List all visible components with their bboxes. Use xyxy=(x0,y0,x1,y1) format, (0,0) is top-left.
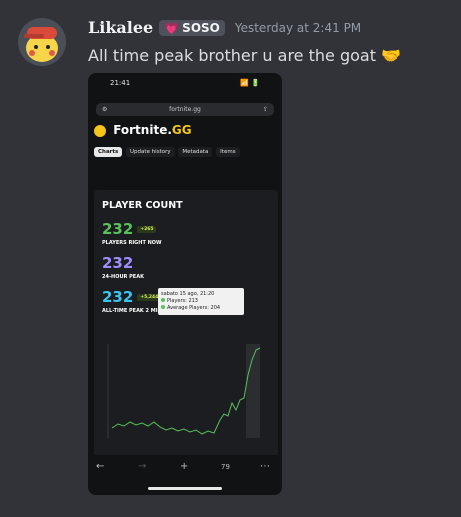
status-icons: 📶 🔋 xyxy=(240,79,260,87)
tab-charts: Charts xyxy=(94,147,123,157)
tooltip-date: sabato 15 ago, 21:20 xyxy=(161,291,215,297)
new-tab-icon: + xyxy=(180,461,189,472)
tooltip-players-row: Players: 213 xyxy=(161,298,241,305)
players-now-value: 232 +265 xyxy=(102,220,157,238)
message-header: Likalee 💗 SOSO Yesterday at 2:41 PM xyxy=(88,18,361,37)
forward-icon: → xyxy=(138,461,147,472)
peak24-label: 24-HOUR PEAK xyxy=(102,274,144,280)
status-time: 21:41 xyxy=(110,79,131,87)
server-tag-label: SOSO xyxy=(182,20,220,35)
url-bar: ⚙ fortnite.gg ⇪ xyxy=(96,103,274,116)
players-dot-icon xyxy=(161,298,165,302)
tabs-icon: 79 xyxy=(221,463,230,471)
peak24-value: 232 xyxy=(102,254,134,272)
timestamp[interactable]: Yesterday at 2:41 PM xyxy=(235,21,361,35)
username[interactable]: Likalee xyxy=(88,18,153,37)
site-tabs: Charts Update history Metadata Items xyxy=(94,147,274,161)
tab-update-history: Update history xyxy=(126,147,175,157)
peak-all-value: 232 +5,244 xyxy=(102,288,162,306)
peak-all-number: 232 xyxy=(102,288,134,306)
avg-dot-icon xyxy=(161,305,165,309)
site-suffix: GG xyxy=(171,123,192,137)
avatar-image xyxy=(18,18,66,66)
menu-icon: ⋯ xyxy=(260,461,270,472)
player-count-card: PLAYER COUNT 232 +265 PLAYERS RIGHT NOW 2… xyxy=(94,190,278,458)
home-indicator xyxy=(148,487,222,490)
share-icon: ⇪ xyxy=(262,106,268,113)
player-count-chart xyxy=(107,344,261,438)
settings-icon: ⚙ xyxy=(102,106,108,113)
image-attachment[interactable]: 21:41 📶 🔋 ⚙ fortnite.gg ⇪ Fortnite.GG Ch… xyxy=(88,73,282,495)
server-tag[interactable]: 💗 SOSO xyxy=(159,19,225,36)
heart-icon: 💗 xyxy=(164,20,180,35)
browser-bottom-bar: ← → + 79 ⋯ xyxy=(88,455,282,495)
avatar[interactable] xyxy=(18,18,66,66)
card-title: PLAYER COUNT xyxy=(102,200,183,211)
site-name: Fortnite. xyxy=(113,123,172,137)
site-title: Fortnite.GG xyxy=(94,123,278,137)
chart-tooltip: sabato 15 ago, 21:20 Players: 213 Averag… xyxy=(158,288,244,315)
tooltip-avg: Average Players: 204 xyxy=(167,305,221,311)
tab-metadata: Metadata xyxy=(178,147,213,157)
message-text: All time peak brother u are the goat 🤝 xyxy=(88,46,401,65)
tooltip-players: Players: 213 xyxy=(167,298,198,304)
players-now-label: PLAYERS RIGHT NOW xyxy=(102,240,162,246)
tab-items: Items xyxy=(216,147,240,157)
url-text: fortnite.gg xyxy=(169,106,201,113)
tooltip-avg-row: Average Players: 204 xyxy=(161,305,241,312)
fortnite-logo-icon xyxy=(94,124,106,137)
back-icon: ← xyxy=(96,461,105,472)
players-now-number: 232 xyxy=(102,220,134,238)
players-now-badge: +265 xyxy=(137,226,157,233)
